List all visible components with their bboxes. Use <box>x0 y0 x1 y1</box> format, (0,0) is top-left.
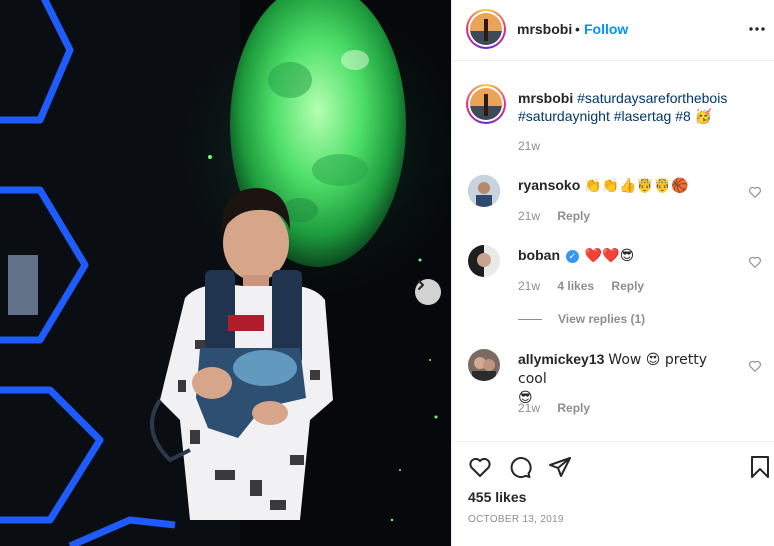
likes-count[interactable]: 455 likes <box>468 489 526 505</box>
party-emoji: 🥳 <box>694 109 713 125</box>
view-replies-label: View replies (1) <box>558 312 646 326</box>
hashtag-link[interactable]: #saturdaynight <box>518 108 610 124</box>
separator-dot: • <box>575 21 580 37</box>
comment-username[interactable]: allymickey13 <box>518 351 604 367</box>
comment-likes[interactable]: 4 likes <box>557 279 594 293</box>
comment-avatar[interactable] <box>468 245 500 277</box>
heart-outline-icon[interactable] <box>748 359 762 373</box>
heart-outline-icon[interactable] <box>748 255 762 269</box>
paper-plane-icon[interactable] <box>548 455 572 479</box>
reply-button[interactable]: Reply <box>557 401 590 415</box>
comment-meta: 21w 4 likes Reply <box>518 279 658 293</box>
caption-meta: 21w <box>518 139 554 153</box>
comment-icon[interactable] <box>508 455 532 479</box>
view-replies-button[interactable]: View replies (1) <box>518 312 645 326</box>
bookmark-icon[interactable] <box>748 455 772 479</box>
comment-time[interactable]: 21w <box>518 209 540 223</box>
post-photo[interactable] <box>0 0 451 546</box>
post-actions: 455 likes OCTOBER 13, 2019 <box>452 441 774 546</box>
comment-avatar[interactable] <box>468 175 500 207</box>
comment-text: boban ✓ ❤️❤️😎 <box>518 246 738 265</box>
caption-avatar[interactable] <box>466 84 506 124</box>
caption-text: mrsbobi #saturdaysareforthebois #saturda… <box>518 89 738 126</box>
comment-avatar[interactable] <box>468 349 500 381</box>
comment-meta: 21w Reply <box>518 401 604 415</box>
post-header: mrsbobi • Follow <box>452 0 774 61</box>
carousel-next-button[interactable] <box>415 279 441 305</box>
follow-button[interactable]: Follow <box>584 21 628 37</box>
comment-meta: 21w Reply <box>518 209 604 223</box>
caption-time[interactable]: 21w <box>518 139 540 153</box>
comment-username[interactable]: boban <box>518 247 560 263</box>
hashtag-link[interactable]: #lasertag <box>614 108 672 124</box>
comment-username[interactable]: ryansoko <box>518 177 580 193</box>
divider-line <box>518 318 542 320</box>
comment-time[interactable]: 21w <box>518 279 540 293</box>
comments-list[interactable]: mrsbobi #saturdaysareforthebois #saturda… <box>452 62 774 441</box>
comment-time[interactable]: 21w <box>518 401 540 415</box>
comment-text: allymickey13 Wow 😍 pretty cool 😎 <box>518 350 738 407</box>
reply-button[interactable]: Reply <box>611 279 644 293</box>
hashtag-link[interactable]: #8 <box>675 108 691 124</box>
post-side-panel: mrsbobi • Follow mrsbobi #saturdaysarefo… <box>451 0 774 546</box>
author-avatar[interactable] <box>466 9 506 49</box>
comment-text: ryansoko 👏👏👍🤴🤴🏀 <box>518 176 738 195</box>
chevron-right-icon <box>418 280 424 290</box>
heart-outline-icon[interactable] <box>468 455 492 479</box>
heart-outline-icon[interactable] <box>748 185 762 199</box>
caption-username[interactable]: mrsbobi <box>518 90 573 106</box>
verified-badge-icon: ✓ <box>565 250 579 263</box>
comment-body: ❤️❤️😎 <box>584 248 635 264</box>
hashtag-link[interactable]: #saturdaysareforthebois <box>577 90 727 106</box>
comment-body: 👏👏👍🤴🤴🏀 <box>584 178 689 194</box>
laser-tag-photo <box>0 0 451 546</box>
author-username[interactable]: mrsbobi <box>517 21 572 37</box>
post-date[interactable]: OCTOBER 13, 2019 <box>468 514 564 525</box>
ellipsis-icon[interactable] <box>745 17 769 41</box>
reply-button[interactable]: Reply <box>557 209 590 223</box>
